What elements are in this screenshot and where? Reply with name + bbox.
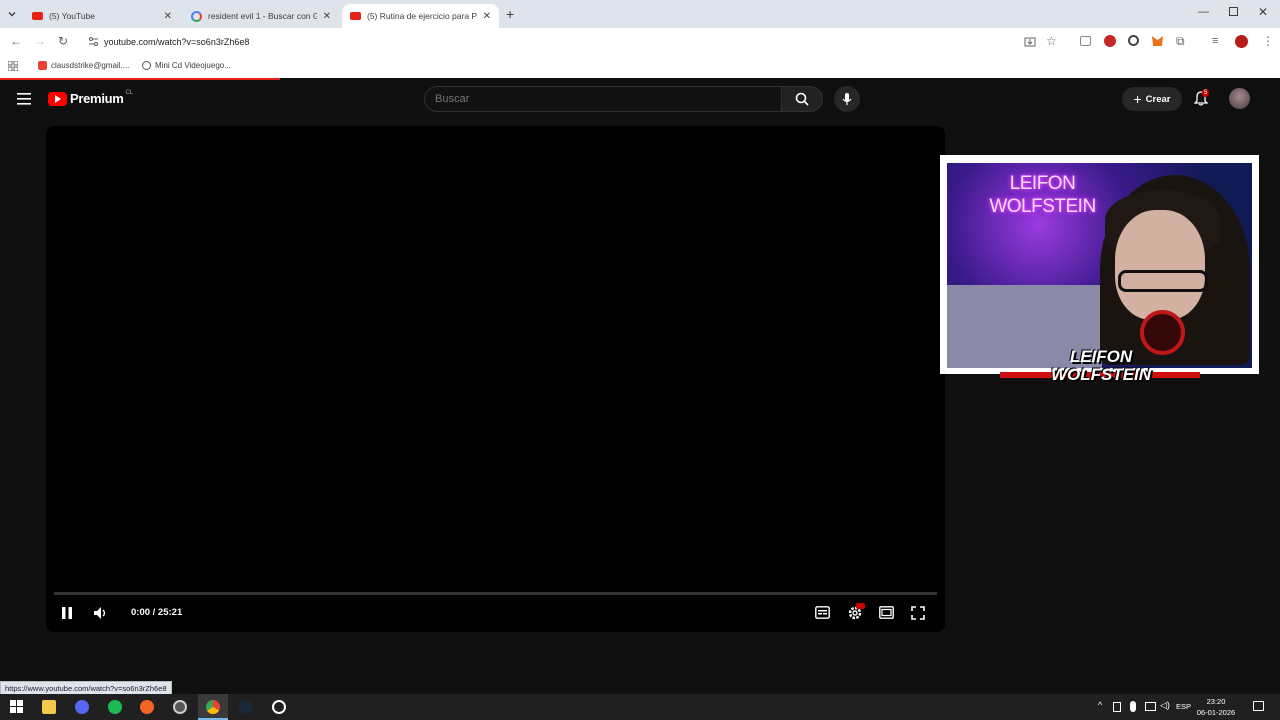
youtube-favicon-icon — [32, 12, 43, 20]
menu-kebab-icon[interactable]: ⋮ — [1262, 34, 1274, 48]
overlay-neon-title: LEIFON WOLFSTEIN — [960, 172, 1125, 218]
overlay-person-face — [1115, 210, 1205, 320]
minimize-icon[interactable]: — — [1198, 6, 1209, 18]
close-tab-icon[interactable]: ✕ — [323, 11, 331, 22]
bookmark-gmail[interactable]: clausdstrike@gmail.... — [38, 61, 129, 70]
forward-icon[interactable]: → — [34, 34, 46, 48]
subtitles-icon — [815, 606, 830, 619]
globe-icon — [142, 61, 151, 70]
overlay-bottom-line: WOLFSTEIN — [1050, 365, 1152, 384]
settings-button[interactable] — [847, 603, 865, 621]
premium-logo-text: Premium — [70, 91, 124, 106]
pause-button[interactable] — [61, 606, 73, 620]
video-player[interactable] — [46, 126, 945, 632]
apps-grid-icon[interactable] — [8, 61, 18, 71]
video-time-display: 0:00 / 25:21 — [131, 607, 183, 618]
microphone-icon — [842, 92, 852, 106]
microphone-tray-icon[interactable] — [1130, 701, 1136, 712]
youtube-premium-logo[interactable]: Premium CL — [48, 89, 134, 106]
file-explorer-icon[interactable] — [42, 700, 56, 714]
extension-badge-icon[interactable] — [1104, 35, 1116, 47]
tab-title: (5) Rutina de ejercicio para PRI — [367, 11, 477, 21]
hd-badge-icon — [856, 603, 865, 609]
steelseries-icon[interactable] — [272, 700, 286, 714]
volume-button[interactable] — [93, 606, 107, 620]
overlay-person-glasses — [1118, 270, 1208, 292]
youtube-play-logo-icon — [48, 91, 67, 106]
discord-icon[interactable] — [75, 700, 89, 714]
fullscreen-button[interactable] — [911, 606, 925, 620]
spotify-icon[interactable] — [108, 700, 122, 714]
system-clock[interactable]: 23:20 06-01-2026 — [1196, 696, 1236, 718]
device-icon[interactable] — [1113, 702, 1121, 712]
country-code: CL — [125, 89, 134, 96]
tab-google-search[interactable]: resident evil 1 - Buscar con Goo ✕ — [183, 4, 339, 28]
close-window-icon[interactable]: ✕ — [1258, 5, 1268, 19]
clock-date: 06-01-2026 — [1196, 708, 1236, 717]
overlay-bottom-logo: LEIFON WOLFSTEIN — [1040, 348, 1162, 384]
windows-start-icon[interactable] — [10, 700, 24, 714]
show-hidden-icons[interactable]: ^ — [1098, 700, 1102, 710]
gmail-icon — [38, 61, 47, 70]
omnibox[interactable]: youtube.com/watch?v=so6n3rZh6e8 — [84, 32, 1074, 52]
speaker-icon[interactable]: ◁) — [1160, 700, 1170, 711]
plus-icon: + — [1133, 91, 1142, 107]
account-avatar[interactable] — [1229, 88, 1250, 109]
extensions-puzzle-icon[interactable]: ⧉ — [1176, 34, 1185, 49]
search-icon — [795, 92, 809, 106]
search-input[interactable] — [424, 86, 782, 112]
overlay-bottom-line: LEIFON — [1069, 347, 1133, 366]
browser-tab-bar: (5) YouTube ✕ resident evil 1 - Buscar c… — [0, 0, 1280, 28]
tab-title: resident evil 1 - Buscar con Goo — [208, 11, 317, 21]
subtitles-button[interactable] — [815, 606, 830, 619]
extension-icon[interactable] — [1080, 36, 1091, 46]
bookmark-mini-cd[interactable]: Mini Cd Videojuego... — [142, 61, 231, 70]
search-button[interactable] — [781, 86, 823, 112]
profile-avatar-icon[interactable] — [1235, 35, 1248, 48]
overlay-title-line: WOLFSTEIN — [989, 196, 1096, 217]
network-icon[interactable] — [1145, 702, 1156, 711]
create-button[interactable]: + Crear — [1122, 87, 1182, 111]
bookmarks-bar: clausdstrike@gmail.... Mini Cd Videojueg… — [0, 56, 1280, 78]
volume-icon — [93, 606, 107, 620]
chrome-icon[interactable] — [206, 700, 220, 714]
close-tab-icon[interactable]: ✕ — [164, 11, 172, 22]
close-tab-icon[interactable]: ✕ — [483, 11, 491, 22]
bookmark-label: Mini Cd Videojuego... — [155, 61, 231, 70]
reload-icon[interactable]: ↻ — [58, 34, 68, 48]
steam-icon[interactable] — [238, 700, 252, 714]
create-label: Crear — [1145, 93, 1171, 105]
tab-video-active[interactable]: (5) Rutina de ejercicio para PRI ✕ — [342, 4, 499, 28]
extension-shield-icon[interactable] — [1128, 35, 1139, 46]
voice-search-button[interactable] — [834, 86, 860, 112]
tab-search-icon[interactable] — [6, 8, 18, 20]
tab-title: (5) YouTube — [49, 11, 95, 21]
theater-mode-icon — [879, 606, 894, 619]
restore-icon[interactable] — [1229, 7, 1238, 16]
windows-taskbar — [0, 694, 1280, 720]
overlay-title-line: LEIFON — [1009, 173, 1076, 194]
clock-time: 23:20 — [1206, 697, 1226, 706]
theater-mode-button[interactable] — [879, 606, 894, 619]
media-control-icon[interactable]: ≡ — [1212, 35, 1218, 47]
url-text: youtube.com/watch?v=so6n3rZh6e8 — [104, 37, 250, 47]
fullscreen-icon — [911, 606, 925, 620]
pause-icon — [61, 606, 73, 620]
video-progress-bar[interactable] — [54, 592, 937, 595]
obs-icon[interactable] — [173, 700, 187, 714]
hamburger-menu-icon[interactable] — [17, 93, 31, 105]
notification-center-icon[interactable] — [1253, 701, 1264, 711]
site-info-icon[interactable] — [88, 36, 99, 47]
language-indicator[interactable]: ESP — [1176, 702, 1191, 711]
bookmark-star-icon[interactable]: ☆ — [1046, 34, 1057, 48]
notifications-button[interactable]: 5 — [1194, 89, 1210, 106]
youtube-favicon-icon — [350, 12, 361, 20]
new-tab-icon[interactable]: + — [506, 6, 514, 22]
bookmark-label: clausdstrike@gmail.... — [51, 61, 130, 70]
back-icon[interactable]: ← — [10, 34, 22, 48]
origin-icon[interactable] — [140, 700, 154, 714]
google-favicon-icon — [191, 10, 202, 22]
install-app-icon[interactable] — [1024, 36, 1036, 48]
tab-youtube[interactable]: (5) YouTube ✕ — [24, 4, 180, 28]
